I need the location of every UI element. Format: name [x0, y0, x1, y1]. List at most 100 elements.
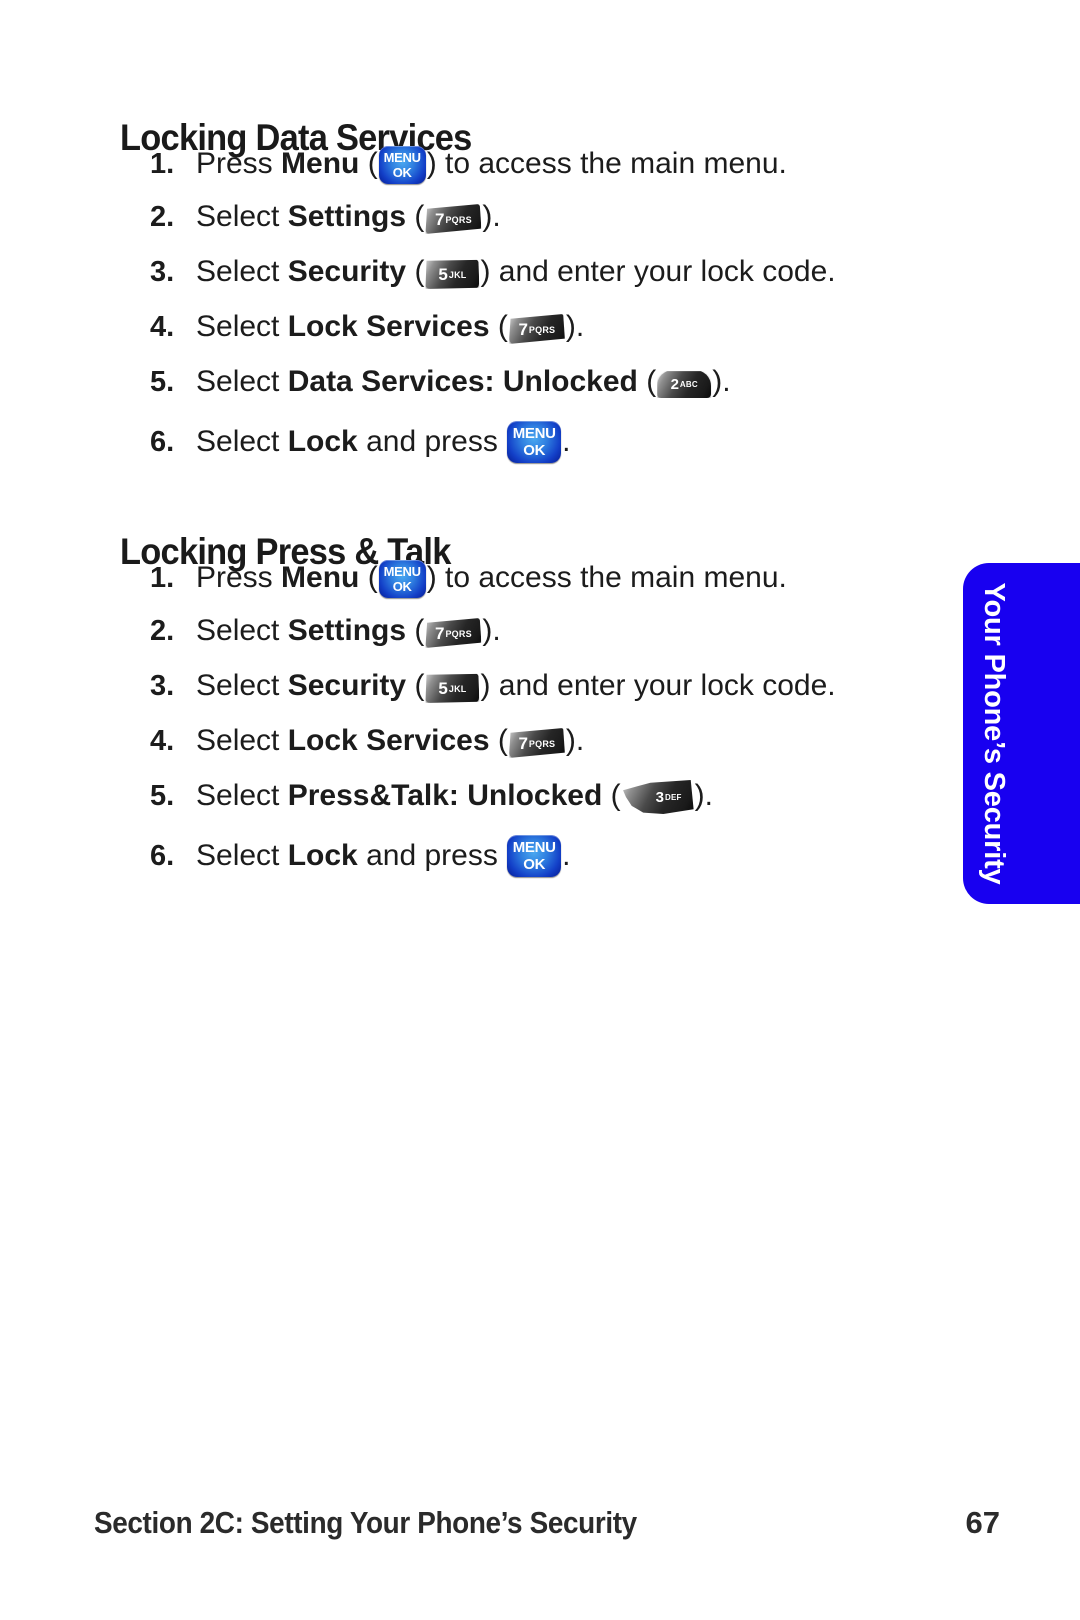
keypad-key-letters: PQRS — [528, 738, 556, 749]
menu-ok-key-icon: MENU OK — [378, 560, 426, 598]
step-text: Select Lock Services (7 PQRS). — [196, 312, 970, 344]
keypad-key-digit: 2 — [670, 375, 679, 393]
step-text-lead: Select — [196, 614, 288, 647]
step-text: Press Menu (MENU OK) to access the main m… — [196, 560, 970, 598]
step-item: 2. Select Settings (7 PQRS). — [150, 615, 970, 670]
menu-ok-key-line1: MENU — [512, 839, 556, 856]
keypad-key-digit: 7 — [435, 209, 445, 229]
step-number: 4. — [150, 311, 175, 343]
step-menu-item-name: Settings — [287, 200, 407, 233]
menu-ok-key-line2: OK — [523, 856, 546, 873]
step-text: Select Lock and press MENU OK. — [196, 835, 970, 877]
keypad-7-pqrs-key-icon: 7 PQRS — [508, 728, 565, 758]
step-text-lead: Select — [196, 724, 288, 757]
step-text: Press Menu (MENU OK) to access the main m… — [196, 146, 970, 184]
step-text-lead: Select — [196, 839, 288, 872]
step-text-lead: Select — [196, 365, 288, 398]
step-item: 3. Select Security (5 JKL) and enter your … — [150, 670, 970, 725]
step-text: Select Settings (7 PQRS). — [196, 616, 970, 648]
step-text: Select Lock Services (7 PQRS). — [196, 726, 970, 758]
step-text-tail: . — [562, 425, 571, 458]
step-number: 2. — [150, 201, 175, 233]
step-number: 4. — [150, 725, 175, 757]
step-menu-item-name: Lock Services — [287, 310, 490, 343]
keypad-key-letters: JKL — [448, 683, 467, 694]
keypad-key-label: 7 PQRS — [425, 204, 481, 234]
footer-page-number: 67 — [965, 1505, 1000, 1540]
step-text-tail: ). — [694, 779, 713, 812]
keypad-key-label: 5 JKL — [425, 259, 479, 289]
step-text: Select Security (5 JKL) and enter your lo… — [196, 671, 970, 703]
keypad-key-digit: 5 — [438, 678, 448, 698]
step-item: 4. Select Lock Services (7 PQRS). — [150, 725, 970, 780]
step-text-tail: ) to access the main menu. — [426, 561, 787, 594]
keypad-7-pqrs-key-icon: 7 PQRS — [508, 314, 565, 344]
step-item: 1. Press Menu (MENU OK) to access the main… — [150, 560, 970, 615]
step-text-mid: ( — [406, 200, 425, 233]
keypad-key-digit: 3 — [655, 788, 664, 806]
step-text-mid: ( — [406, 255, 425, 288]
step-item: 2. Select Settings (7 PQRS). — [150, 201, 970, 256]
step-text-lead: Press — [196, 147, 282, 180]
step-text-tail: . — [562, 839, 571, 872]
step-text-tail: ) and enter your lock code. — [480, 255, 836, 288]
step-text-tail: ). — [712, 365, 731, 398]
step-number: 2. — [150, 615, 175, 647]
keypad-3-def-key-icon: 3 DEF — [622, 780, 694, 814]
step-item: 6. Select Lock and press MENU OK. — [150, 421, 970, 476]
menu-ok-key-line2: OK — [392, 579, 412, 594]
step-menu-item-name: Press&Talk: Unlocked — [287, 779, 603, 812]
keypad-2-abc-key-icon: 2 ABC — [657, 370, 712, 398]
step-text-lead: Select — [196, 310, 288, 343]
step-text-mid: ( — [359, 147, 378, 180]
step-menu-item-name: Lock — [287, 425, 358, 458]
keypad-key-letters: ABC — [679, 380, 698, 389]
keypad-key-digit: 7 — [518, 319, 528, 339]
step-text: Select Security (5 JKL) and enter your lo… — [196, 257, 970, 289]
menu-ok-key-line2: OK — [523, 442, 546, 459]
page-footer: Section 2C: Setting Your Phone’s Securit… — [94, 1505, 1000, 1541]
step-text-lead: Select — [196, 255, 288, 288]
step-text-mid: ( — [406, 614, 425, 647]
step-text-mid: and press — [357, 839, 507, 872]
step-number: 3. — [150, 670, 175, 702]
step-menu-item-name: Lock Services — [287, 724, 490, 757]
menu-ok-key-line1: MENU — [512, 425, 556, 442]
keypad-5-jkl-key-icon: 5 JKL — [425, 673, 480, 703]
step-menu-item-name: Lock — [287, 839, 358, 872]
step-item: 5. Select Press&Talk: Unlocked (3 DEF). — [150, 780, 970, 835]
step-number: 1. — [150, 562, 175, 594]
keypad-5-jkl-key-icon: 5 JKL — [425, 259, 480, 289]
keypad-key-label: 7 PQRS — [509, 314, 565, 344]
menu-ok-key-icon: MENU OK — [378, 146, 426, 184]
keypad-key-letters: PQRS — [528, 324, 556, 335]
keypad-key-label: 2 ABC — [657, 370, 711, 398]
step-text-lead: Select — [196, 425, 288, 458]
step-item: 4. Select Lock Services (7 PQRS). — [150, 311, 970, 366]
step-text-lead: Select — [196, 200, 288, 233]
keypad-key-label: 7 PQRS — [425, 618, 481, 648]
step-text: Select Lock and press MENU OK. — [196, 421, 970, 463]
step-item: 5. Select Data Services: Unlocked (2 ABC). — [150, 366, 970, 421]
menu-ok-key-icon: MENU OK — [507, 421, 562, 463]
step-text-mid: ( — [489, 310, 508, 343]
step-text-mid: ( — [637, 365, 657, 398]
step-menu-item-name: Security — [287, 669, 407, 702]
step-text: Select Settings (7 PQRS). — [196, 202, 970, 234]
step-text-tail: ). — [565, 310, 585, 343]
keypad-key-label: 3 DEF — [622, 780, 694, 814]
keypad-key-digit: 7 — [435, 623, 445, 643]
step-text-tail: ). — [482, 614, 501, 647]
step-item: 6. Select Lock and press MENU OK. — [150, 835, 970, 890]
keypad-7-pqrs-key-icon: 7 PQRS — [425, 618, 482, 648]
keypad-key-digit: 5 — [438, 264, 448, 284]
menu-ok-key-line1: MENU — [383, 150, 421, 165]
step-menu-item-name: Settings — [287, 614, 407, 647]
menu-ok-key-line1: MENU — [383, 564, 421, 579]
step-text-mid: and press — [357, 425, 507, 458]
step-text: Select Data Services: Unlocked (2 ABC). — [196, 367, 970, 398]
menu-ok-key-icon: MENU OK — [507, 835, 562, 877]
step-number: 5. — [150, 366, 175, 398]
keypad-7-pqrs-key-icon: 7 PQRS — [425, 204, 482, 234]
step-text-tail: ). — [565, 724, 585, 757]
